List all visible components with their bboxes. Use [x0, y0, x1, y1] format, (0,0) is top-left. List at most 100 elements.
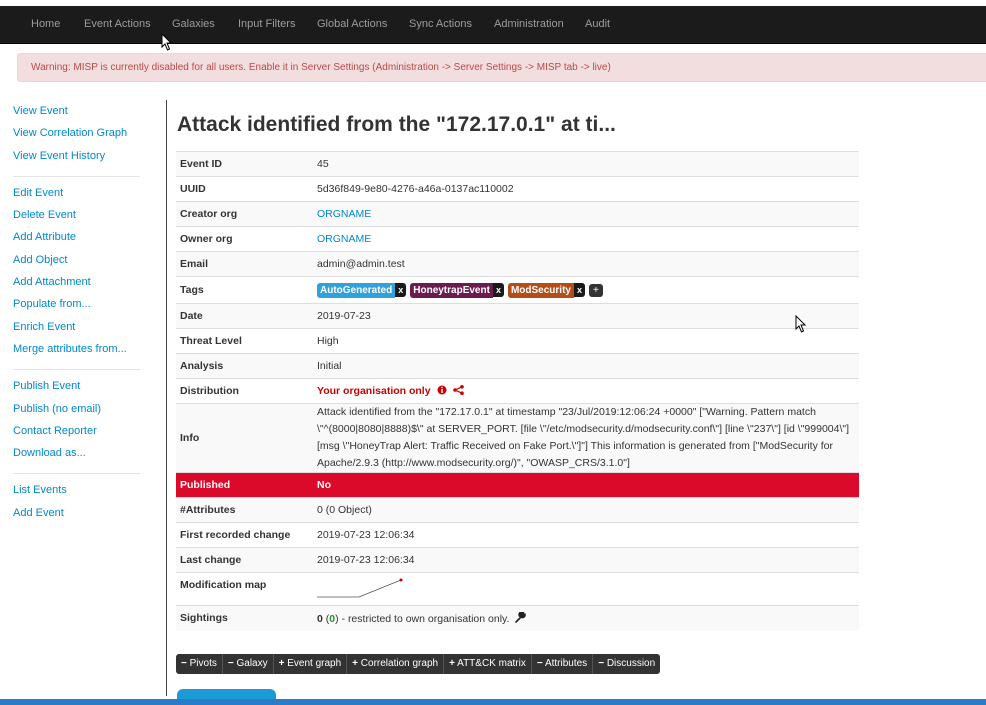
sidebar-add-object[interactable]: Add Object [13, 254, 143, 276]
share-icon[interactable] [453, 385, 465, 395]
table-row: Modification map [176, 572, 859, 606]
sidebar-add-attribute[interactable]: Add Attribute [13, 231, 143, 253]
table-row: Tags AutoGenerated x HoneytrapEvent x ModSec… [176, 276, 859, 304]
nav-home[interactable]: Home [31, 18, 60, 30]
field-label: Modification map [176, 572, 313, 606]
info-value: Attack identified from the "172.17.0.1" … [313, 403, 859, 473]
sidebar-edit-event[interactable]: Edit Event [13, 187, 143, 209]
bottom-bar [0, 699, 986, 705]
published-value: No [313, 472, 859, 498]
event-id-value: 45 [313, 151, 859, 177]
pivots-toggle-button[interactable]: − Pivots [176, 654, 223, 674]
sightings-own-count: 0 [329, 612, 336, 625]
nav-galaxies[interactable]: Galaxies [172, 18, 215, 30]
sidebar-add-event[interactable]: Add Event [13, 507, 143, 529]
sidebar-publish-no-email[interactable]: Publish (no email) [13, 403, 143, 425]
sidebar-download-as[interactable]: Download as... [13, 447, 143, 469]
nav-sync-actions[interactable]: Sync Actions [409, 18, 472, 30]
table-row: Last change 2019-07-23 12:06:34 [176, 547, 859, 573]
attributes-toggle-button[interactable]: − Attributes [532, 654, 594, 674]
sidebar-publish-event[interactable]: Publish Event [13, 380, 143, 402]
nav-event-actions[interactable]: Event Actions [84, 18, 151, 30]
table-row: UUID 5d36f849-9e80-4276-a46a-0137ac11000… [176, 176, 859, 202]
tags-cell: AutoGenerated x HoneytrapEvent x ModSecurity… [313, 276, 859, 304]
modification-map-sparkline [317, 578, 403, 597]
info-icon[interactable] [437, 385, 447, 395]
tag-modsecurity[interactable]: ModSecurity [507, 282, 574, 298]
sidebar-view-event[interactable]: View Event [13, 105, 143, 127]
table-row: Threat Level High [176, 328, 859, 354]
sidebar-merge-attributes[interactable]: Merge attributes from... [13, 343, 143, 365]
field-label: Tags [176, 276, 313, 304]
date-value: 2019-07-23 [313, 303, 859, 329]
distribution-value: Your organisation only [317, 385, 431, 397]
nav-audit[interactable]: Audit [585, 18, 610, 30]
email-value: admin@admin.test [313, 251, 859, 277]
nav-administration[interactable]: Administration [494, 18, 564, 30]
owner-org-link[interactable]: ORGNAME [317, 233, 371, 245]
mouse-cursor-icon [795, 315, 807, 333]
wrench-icon[interactable] [515, 611, 527, 623]
field-label: #Attributes [176, 497, 313, 523]
tag-remove-button[interactable]: x [395, 282, 407, 297]
event-graph-toggle-button[interactable]: + Event graph [274, 654, 348, 674]
sightings-count: 0 [317, 612, 323, 625]
attack-matrix-toggle-button[interactable]: + ATT&CK matrix [444, 654, 532, 674]
tag-remove-button[interactable]: x [492, 282, 504, 297]
first-change-value: 2019-07-23 12:06:34 [313, 522, 859, 548]
field-label: Info [176, 403, 313, 473]
field-label: Analysis [176, 353, 313, 379]
sidebar-view-event-history[interactable]: View Event History [13, 150, 143, 172]
field-label: UUID [176, 176, 313, 202]
sidebar-contact-reporter[interactable]: Contact Reporter [13, 425, 143, 447]
top-navbar: Home Event Actions Galaxies Input Filter… [0, 6, 986, 44]
tag-autogenerated[interactable]: AutoGenerated [317, 282, 396, 298]
sidebar-divider [13, 369, 140, 371]
nav-input-filters[interactable]: Input Filters [238, 18, 295, 30]
field-label: Threat Level [176, 328, 313, 354]
table-row: Event ID 45 [176, 151, 859, 177]
last-change-value: 2019-07-23 12:06:34 [313, 547, 859, 573]
sidebar-view-correlation-graph[interactable]: View Correlation Graph [13, 127, 143, 149]
field-label: Creator org [176, 201, 313, 227]
mouse-cursor-icon [161, 33, 173, 51]
table-row: Distribution Your organisation only [176, 378, 859, 404]
table-row: First recorded change 2019-07-23 12:06:3… [176, 522, 859, 548]
field-label: Owner org [176, 226, 313, 252]
sidebar-list-events[interactable]: List Events [13, 484, 143, 506]
field-label: Date [176, 303, 313, 329]
correlation-graph-toggle-button[interactable]: + Correlation graph [347, 654, 445, 674]
event-toggle-toolbar: − Pivots − Galaxy + Event graph + Correl… [176, 654, 661, 674]
sightings-note: - restricted to own organisation only. [338, 612, 510, 625]
discussion-toggle-button[interactable]: − Discussion [593, 654, 660, 674]
galaxy-toggle-button[interactable]: − Galaxy [223, 654, 274, 674]
table-row: #Attributes 0 (0 Object) [176, 497, 859, 523]
analysis-value: Initial [313, 353, 859, 379]
sidebar-enrich-event[interactable]: Enrich Event [13, 321, 143, 343]
tag-honeytrapevent[interactable]: HoneytrapEvent [410, 282, 493, 298]
sidebar: View Event View Correlation Graph View E… [13, 105, 143, 529]
field-label: Distribution [176, 378, 313, 404]
table-row: Info Attack identified from the "172.17.… [176, 403, 859, 473]
creator-org-link[interactable]: ORGNAME [317, 208, 371, 220]
threat-level-value: High [313, 328, 859, 354]
field-label: First recorded change [176, 522, 313, 548]
attributes-count-value: 0 (0 Object) [313, 497, 859, 523]
sidebar-add-attachment[interactable]: Add Attachment [13, 276, 143, 298]
field-label: Email [176, 251, 313, 277]
add-tag-button[interactable]: + [588, 283, 603, 297]
event-metadata-table: Event ID 45 UUID 5d36f849-9e80-4276-a46a… [176, 151, 859, 631]
sidebar-divider [13, 473, 140, 475]
nav-global-actions[interactable]: Global Actions [317, 18, 387, 30]
table-row: Date 2019-07-23 [176, 303, 859, 329]
sidebar-delete-event[interactable]: Delete Event [13, 209, 143, 231]
table-row: Sightings 0 (0) - restricted to own orga… [176, 605, 859, 631]
field-label: Sightings [176, 605, 313, 631]
tag-remove-button[interactable]: x [573, 282, 585, 297]
field-label: Event ID [176, 151, 313, 177]
sidebar-separator [166, 100, 167, 696]
sidebar-populate-from[interactable]: Populate from... [13, 298, 143, 320]
field-label: Last change [176, 547, 313, 573]
table-row: Published No [176, 472, 859, 498]
table-row: Analysis Initial [176, 353, 859, 379]
